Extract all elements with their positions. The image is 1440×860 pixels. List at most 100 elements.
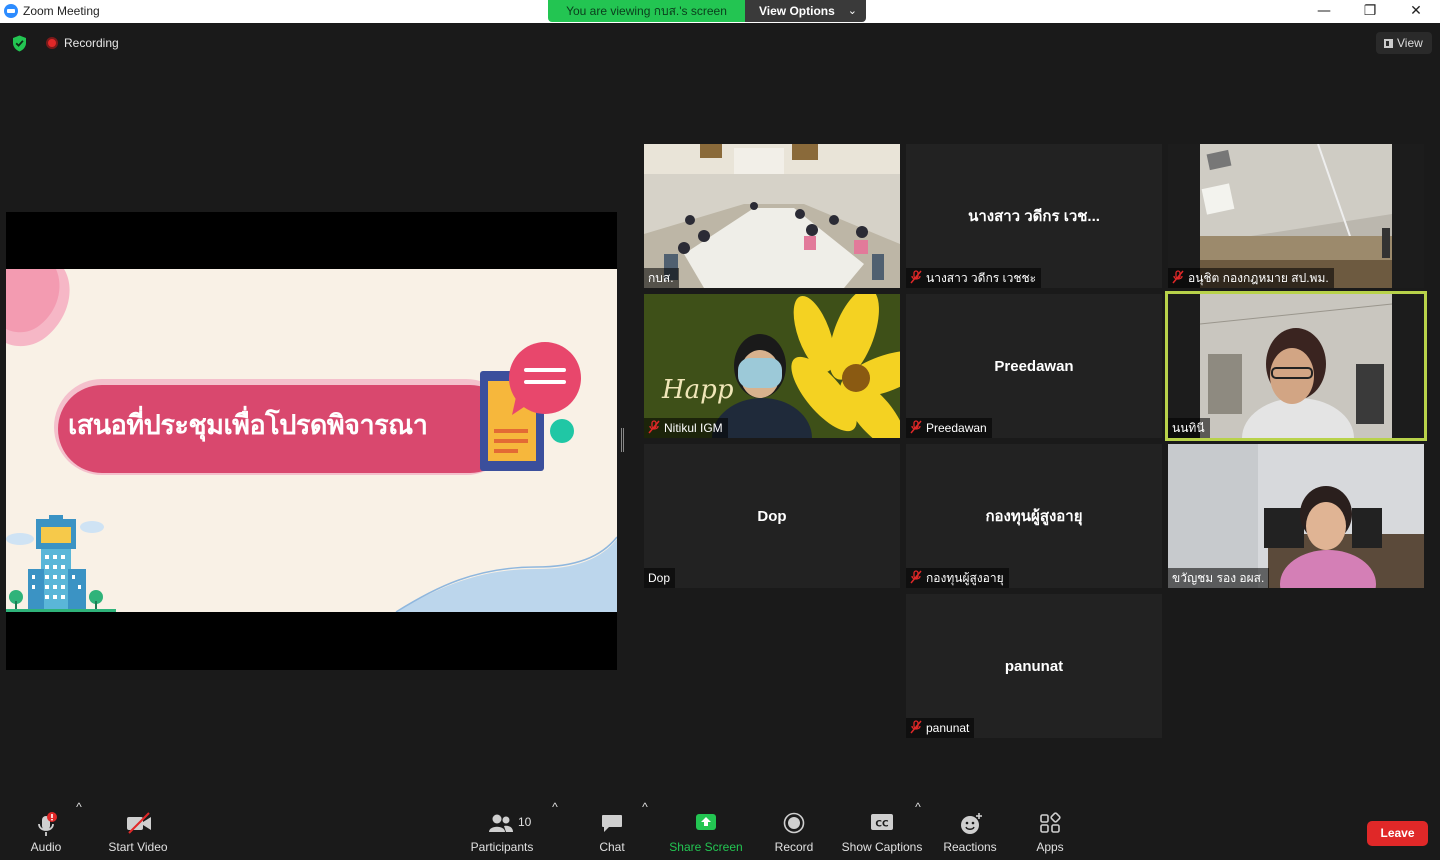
video-feed <box>644 144 900 288</box>
participant-name: Preedawan <box>926 421 987 435</box>
participant-name-label: นนทินี <box>1168 418 1210 438</box>
view-options-label: View Options <box>759 4 835 18</box>
participant-name: กองทุนผู้สูงอายุ <box>926 571 1004 585</box>
chat-options-caret[interactable]: ^ <box>640 800 650 860</box>
chat-button[interactable]: Chat <box>592 800 632 860</box>
participant-name-label: Nitikul IGM <box>644 418 728 438</box>
shield-icon[interactable] <box>12 35 27 52</box>
record-dot-icon <box>46 37 58 49</box>
share-screen-icon <box>696 814 716 830</box>
participant-tile-5[interactable]: Preedawan Preedawan <box>906 294 1162 438</box>
participant-name-label: อนุชิต กองกฎหมาย สป.พม. <box>1168 268 1334 288</box>
mic-muted-icon <box>910 270 922 284</box>
captions-options-caret[interactable]: ^ <box>913 800 923 860</box>
share-screen-label: Share Screen <box>669 840 743 854</box>
view-button[interactable]: View <box>1376 32 1432 54</box>
video-feed <box>1168 444 1424 588</box>
mic-muted-icon <box>648 420 660 434</box>
participant-name-label: panunat <box>906 718 975 738</box>
minimize-button[interactable]: — <box>1301 0 1347 23</box>
mic-muted-icon <box>910 720 922 734</box>
participant-tile-9[interactable]: ขวัญชม รอง อผส. <box>1168 444 1424 588</box>
window-title: Zoom Meeting <box>23 4 100 18</box>
participant-center-name: Preedawan <box>994 357 1074 375</box>
recording-status[interactable]: Recording <box>64 36 119 50</box>
participant-center-name: Dop <box>757 507 787 525</box>
participant-name: นนทินี <box>1172 421 1205 435</box>
participant-name-label: นางสาว วดีกร เวชชะ <box>906 268 1042 288</box>
chat-icon <box>602 815 622 832</box>
participant-count: 10 <box>518 815 532 829</box>
screen-share-banner: You are viewing กบส.'s screen View Optio… <box>548 0 866 22</box>
participants-icon <box>489 814 513 832</box>
share-screen-button[interactable]: Share Screen <box>668 800 744 860</box>
participant-name-label: กบส. <box>644 268 679 288</box>
participant-tile-7[interactable]: Dop Dop <box>644 444 900 588</box>
shared-screen[interactable]: เสนอที่ประชุมเพื่อโปรดพิจารณา <box>6 212 617 670</box>
start-video-label: Start Video <box>108 840 168 854</box>
grid-icon <box>1384 39 1393 48</box>
chevron-down-icon: ⌄ <box>847 5 857 17</box>
participants-button[interactable]: 10 Participants <box>468 800 536 860</box>
participant-name: Dop <box>648 571 671 585</box>
reactions-button[interactable]: Reactions <box>942 800 998 860</box>
apps-icon <box>1040 812 1061 833</box>
video-off-icon <box>127 812 151 834</box>
apps-button[interactable]: Apps <box>1030 800 1070 860</box>
cc-icon: CC <box>871 814 893 830</box>
meeting-toolbar: Audio ^ Start Video 10 Participants ^ Ch… <box>0 800 1440 860</box>
title-bar: Zoom Meeting You are viewing กบส.'s scre… <box>0 0 1440 23</box>
slide-title: เสนอที่ประชุมเพื่อโปรดพิจารณา <box>68 410 428 441</box>
participant-name-label: Dop <box>644 568 676 588</box>
maximize-button[interactable]: ❐ <box>1347 0 1393 23</box>
apps-label: Apps <box>1036 840 1064 854</box>
presentation-slide: เสนอที่ประชุมเพื่อโปรดพิจารณา <box>6 269 617 612</box>
show-captions-button[interactable]: CC Show Captions <box>840 800 924 860</box>
viewing-screen-text: You are viewing กบส.'s screen <box>548 0 745 22</box>
participant-tile-10[interactable]: panunat panunat <box>906 594 1162 738</box>
record-button[interactable]: Record <box>772 800 816 860</box>
mic-muted-icon <box>1172 270 1184 284</box>
zoom-logo-icon <box>4 4 18 18</box>
view-label: View <box>1397 36 1423 50</box>
mic-icon <box>38 812 57 836</box>
participant-center-name: กองทุนผู้สูงอายุ <box>985 508 1083 525</box>
svg-text:Happ: Happ <box>661 375 734 405</box>
participant-name: Nitikul IGM <box>664 421 723 435</box>
participant-name: นางสาว วดีกร เวชชะ <box>926 271 1037 285</box>
record-label: Record <box>774 840 814 854</box>
participant-tile-4[interactable]: Happ Nitikul IGM <box>644 294 900 438</box>
show-captions-label: Show Captions <box>841 840 923 854</box>
participants-options-caret[interactable]: ^ <box>550 800 560 860</box>
participant-name-label: ขวัญชม รอง อผส. <box>1168 568 1270 588</box>
chat-label: Chat <box>599 840 625 854</box>
participant-center-name: panunat <box>1004 657 1064 675</box>
close-button[interactable]: ✕ <box>1393 0 1439 23</box>
record-icon <box>783 812 805 834</box>
video-feed: Happ <box>644 294 900 438</box>
participant-tile-3[interactable]: อนุชิต กองกฎหมาย สป.พม. <box>1168 144 1424 288</box>
mic-muted-icon <box>910 570 922 584</box>
participants-label: Participants <box>470 840 534 854</box>
participant-name: กบส. <box>648 271 674 285</box>
audio-button[interactable]: Audio <box>20 800 72 860</box>
mic-muted-icon <box>910 420 922 434</box>
participant-name: panunat <box>926 721 970 735</box>
participant-tile-6-active-speaker[interactable]: นนทินี <box>1165 291 1427 441</box>
svg-text:CC: CC <box>875 820 889 830</box>
start-video-button[interactable]: Start Video <box>104 800 172 860</box>
participant-tile-1[interactable]: กบส. <box>644 144 900 288</box>
view-options-button[interactable]: View Options ⌄ <box>745 0 866 22</box>
audio-options-caret[interactable]: ^ <box>74 800 84 860</box>
participant-center-name: นางสาว วดีกร เวช... <box>968 208 1100 225</box>
participant-name-label: Preedawan <box>906 418 992 438</box>
video-feed <box>1168 144 1424 288</box>
participant-tile-2[interactable]: นางสาว วดีกร เวช... นางสาว วดีกร เวชชะ <box>906 144 1162 288</box>
zoom-meeting-window: Zoom Meeting You are viewing กบส.'s scre… <box>0 0 1440 860</box>
resize-handle[interactable] <box>621 428 624 452</box>
participant-name: อนุชิต กองกฎหมาย สป.พม. <box>1188 271 1329 285</box>
participant-tile-8[interactable]: กองทุนผู้สูงอายุ กองทุนผู้สูงอายุ <box>906 444 1162 588</box>
video-feed <box>1168 294 1424 438</box>
leave-button[interactable]: Leave <box>1367 821 1428 846</box>
participant-name: ขวัญชม รอง อผส. <box>1172 571 1265 585</box>
